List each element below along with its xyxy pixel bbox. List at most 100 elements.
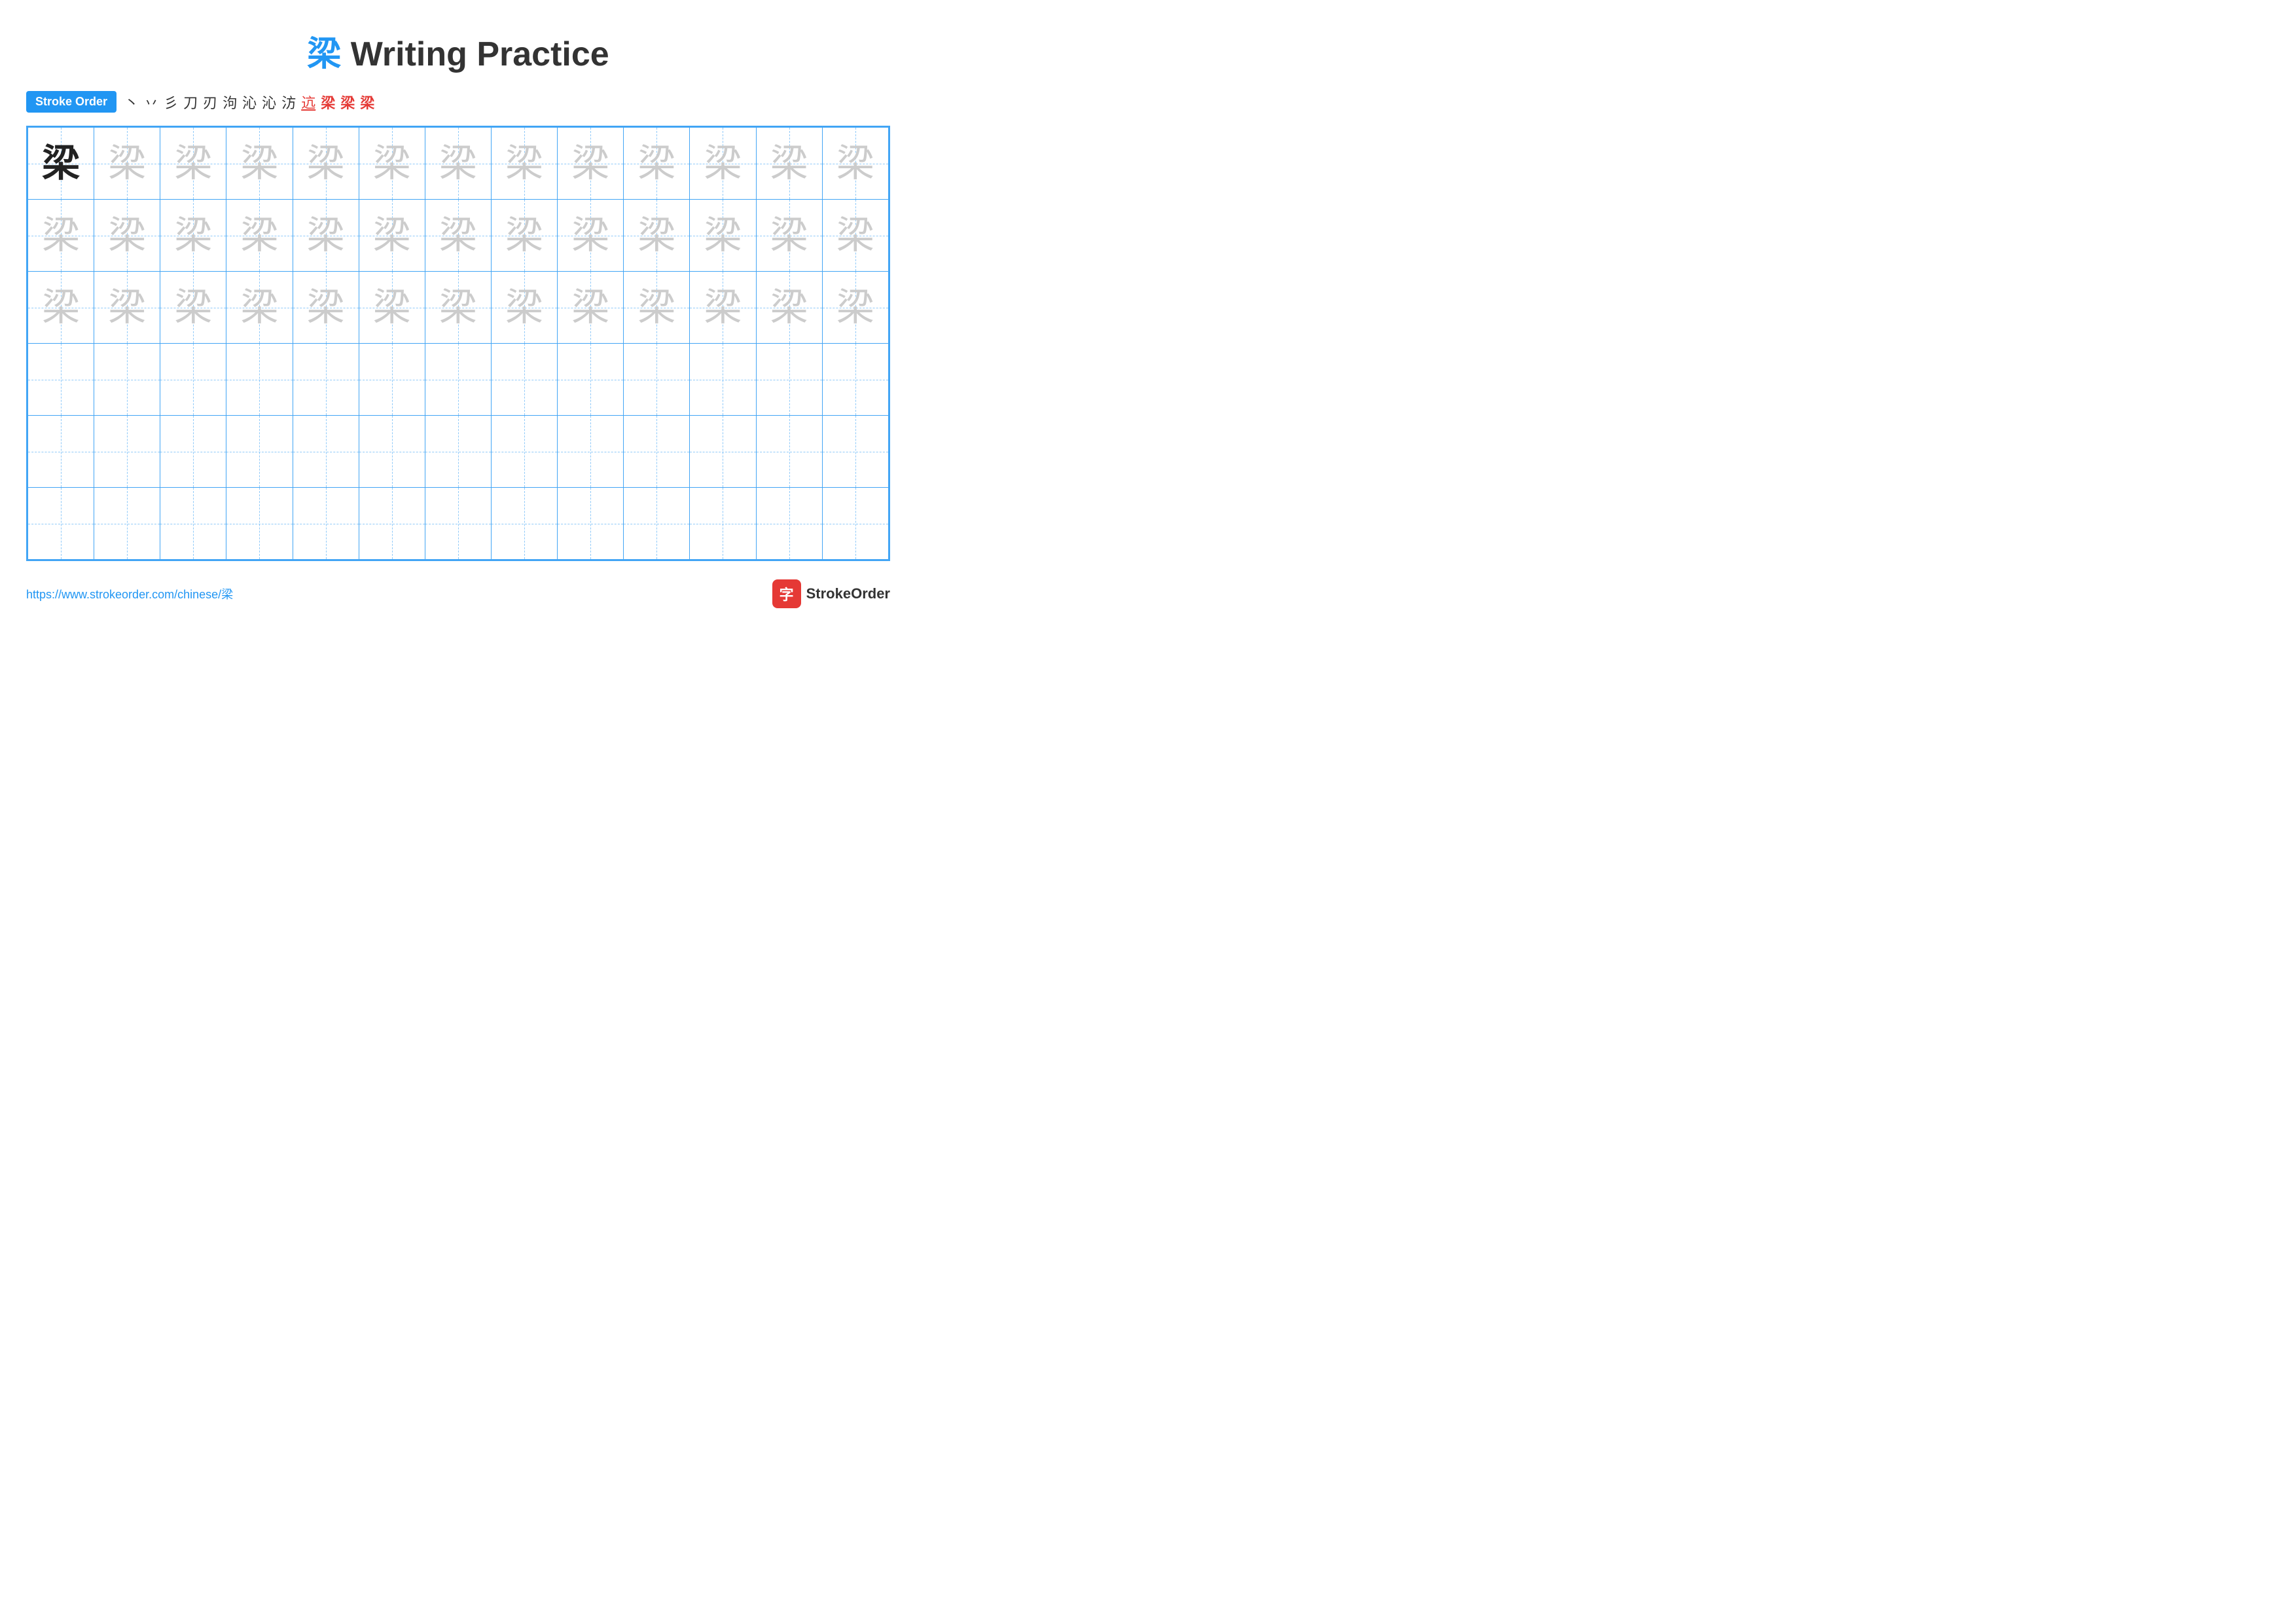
grid-cell-2-9: 梁 [558, 200, 624, 272]
grid-cell-1-1: 梁 [28, 128, 94, 200]
stroke-step-5: 刃 [203, 92, 217, 113]
grid-cell-1-11: 梁 [690, 128, 756, 200]
stroke-step-8: 沁 [262, 92, 276, 113]
footer-logo: 字 [772, 579, 801, 608]
stroke-step-10: 迒 [301, 92, 315, 113]
grid-cell-1-9: 梁 [558, 128, 624, 200]
grid-cell-5-11[interactable] [690, 416, 756, 488]
footer-brand-name: StrokeOrder [806, 585, 890, 602]
stroke-step-3: 彡 [164, 92, 178, 113]
practice-grid: 梁 梁 梁 梁 梁 梁 梁 梁 梁 梁 梁 梁 梁 梁 梁 梁 梁 梁 梁 梁 … [27, 127, 889, 560]
grid-cell-3-4: 梁 [226, 272, 293, 344]
grid-cell-5-5[interactable] [293, 416, 359, 488]
grid-cell-6-12[interactable] [756, 488, 822, 560]
grid-cell-5-3[interactable] [160, 416, 226, 488]
grid-cell-6-11[interactable] [690, 488, 756, 560]
grid-cell-4-9[interactable] [558, 344, 624, 416]
grid-cell-2-4: 梁 [226, 200, 293, 272]
footer: https://www.strokeorder.com/chinese/梁 字 … [26, 579, 890, 608]
grid-cell-6-2[interactable] [94, 488, 160, 560]
practice-row-1: 梁 梁 梁 梁 梁 梁 梁 梁 梁 梁 梁 梁 梁 [28, 128, 889, 200]
stroke-step-4: 刀 [183, 92, 198, 113]
stroke-order-row: Stroke Order 丶 丷 彡 刀 刃 泃 沁 沁 汸 迒 梁 梁 梁 [26, 91, 890, 113]
grid-cell-3-1: 梁 [28, 272, 94, 344]
grid-cell-1-8: 梁 [491, 128, 557, 200]
grid-cell-4-4[interactable] [226, 344, 293, 416]
grid-cell-6-8[interactable] [491, 488, 557, 560]
grid-cell-4-13[interactable] [822, 344, 888, 416]
grid-cell-2-13: 梁 [822, 200, 888, 272]
practice-row-6[interactable] [28, 488, 889, 560]
grid-cell-3-2: 梁 [94, 272, 160, 344]
grid-cell-1-2: 梁 [94, 128, 160, 200]
grid-cell-3-3: 梁 [160, 272, 226, 344]
stroke-step-12: 梁 [340, 92, 355, 113]
grid-cell-2-11: 梁 [690, 200, 756, 272]
grid-cell-3-5: 梁 [293, 272, 359, 344]
grid-cell-1-7: 梁 [425, 128, 491, 200]
title-char: 梁 [307, 35, 341, 73]
grid-cell-2-10: 梁 [624, 200, 690, 272]
stroke-steps: 丶 丷 彡 刀 刃 泃 沁 沁 汸 迒 梁 梁 梁 [124, 92, 374, 113]
grid-cell-6-13[interactable] [822, 488, 888, 560]
grid-cell-5-2[interactable] [94, 416, 160, 488]
grid-cell-4-7[interactable] [425, 344, 491, 416]
grid-cell-6-6[interactable] [359, 488, 425, 560]
grid-cell-4-10[interactable] [624, 344, 690, 416]
stroke-step-1: 丶 [124, 92, 139, 113]
grid-cell-3-11: 梁 [690, 272, 756, 344]
practice-row-5[interactable] [28, 416, 889, 488]
grid-cell-5-1[interactable] [28, 416, 94, 488]
grid-cell-3-12: 梁 [756, 272, 822, 344]
grid-cell-3-6: 梁 [359, 272, 425, 344]
grid-cell-4-12[interactable] [756, 344, 822, 416]
grid-cell-5-10[interactable] [624, 416, 690, 488]
grid-cell-4-2[interactable] [94, 344, 160, 416]
grid-cell-2-1: 梁 [28, 200, 94, 272]
grid-cell-3-7: 梁 [425, 272, 491, 344]
grid-cell-6-9[interactable] [558, 488, 624, 560]
grid-cell-5-6[interactable] [359, 416, 425, 488]
grid-cell-5-13[interactable] [822, 416, 888, 488]
grid-cell-2-7: 梁 [425, 200, 491, 272]
grid-cell-3-8: 梁 [491, 272, 557, 344]
grid-cell-6-1[interactable] [28, 488, 94, 560]
grid-cell-4-3[interactable] [160, 344, 226, 416]
grid-cell-6-10[interactable] [624, 488, 690, 560]
practice-row-2: 梁 梁 梁 梁 梁 梁 梁 梁 梁 梁 梁 梁 梁 [28, 200, 889, 272]
grid-cell-1-4: 梁 [226, 128, 293, 200]
stroke-order-badge: Stroke Order [26, 91, 117, 113]
grid-cell-5-4[interactable] [226, 416, 293, 488]
grid-cell-4-6[interactable] [359, 344, 425, 416]
char-solid: 梁 [42, 142, 80, 185]
grid-cell-6-4[interactable] [226, 488, 293, 560]
grid-cell-2-5: 梁 [293, 200, 359, 272]
grid-cell-5-7[interactable] [425, 416, 491, 488]
stroke-step-11: 梁 [321, 92, 335, 113]
grid-cell-1-12: 梁 [756, 128, 822, 200]
grid-cell-4-8[interactable] [491, 344, 557, 416]
stroke-step-7: 沁 [242, 92, 257, 113]
stroke-step-2: 丷 [144, 92, 158, 113]
grid-cell-2-6: 梁 [359, 200, 425, 272]
grid-cell-3-10: 梁 [624, 272, 690, 344]
page-title: 梁 Writing Practice [26, 26, 890, 75]
grid-cell-2-2: 梁 [94, 200, 160, 272]
grid-cell-5-8[interactable] [491, 416, 557, 488]
footer-logo-char: 字 [780, 583, 794, 604]
grid-cell-5-12[interactable] [756, 416, 822, 488]
grid-cell-1-13: 梁 [822, 128, 888, 200]
footer-url-link[interactable]: https://www.strokeorder.com/chinese/梁 [26, 585, 233, 602]
grid-cell-6-7[interactable] [425, 488, 491, 560]
grid-cell-6-5[interactable] [293, 488, 359, 560]
practice-row-4[interactable] [28, 344, 889, 416]
grid-cell-1-10: 梁 [624, 128, 690, 200]
grid-cell-4-11[interactable] [690, 344, 756, 416]
grid-cell-1-5: 梁 [293, 128, 359, 200]
practice-row-3: 梁 梁 梁 梁 梁 梁 梁 梁 梁 梁 梁 梁 梁 [28, 272, 889, 344]
grid-cell-4-1[interactable] [28, 344, 94, 416]
grid-cell-6-3[interactable] [160, 488, 226, 560]
grid-cell-4-5[interactable] [293, 344, 359, 416]
grid-cell-2-3: 梁 [160, 200, 226, 272]
grid-cell-5-9[interactable] [558, 416, 624, 488]
